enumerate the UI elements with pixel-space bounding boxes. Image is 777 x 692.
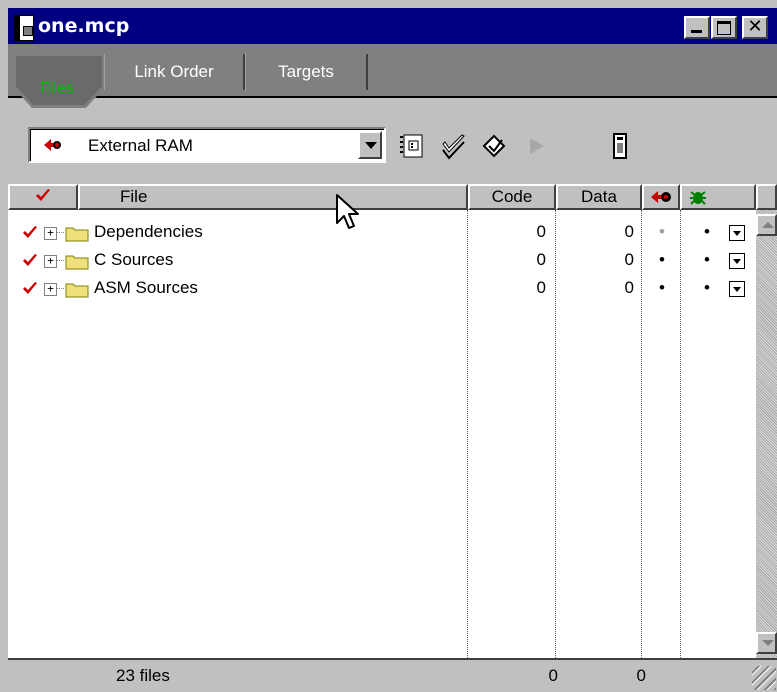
title-bar[interactable]: one.mcp ✕ [8, 8, 777, 44]
maximize-button[interactable] [711, 16, 737, 39]
row-menu-button[interactable] [729, 253, 745, 269]
group-name: C Sources [94, 250, 174, 269]
list-item[interactable]: + ASM Sources 0 0 • • [8, 276, 756, 304]
target-icon [651, 191, 671, 203]
tab-divider [8, 96, 777, 98]
file-count: 23 files [116, 666, 170, 685]
project-file-icon [14, 15, 34, 41]
column-header-file[interactable]: File [78, 184, 468, 210]
target-dot[interactable]: • [659, 222, 665, 242]
tab-link-order[interactable]: Link Order [104, 54, 245, 90]
checkmark-icon [36, 189, 50, 201]
target-value: External RAM [88, 136, 193, 155]
code-total: 0 [548, 666, 558, 685]
chevron-down-icon[interactable] [358, 131, 382, 159]
expand-icon[interactable]: + [44, 283, 57, 296]
code-size: 0 [536, 278, 546, 297]
code-size: 0 [536, 222, 546, 241]
tree-connector [56, 232, 64, 233]
close-button[interactable]: ✕ [742, 16, 768, 39]
folder-icon [65, 255, 89, 270]
debug-dot[interactable]: • [704, 278, 710, 298]
row-menu-button[interactable] [729, 281, 745, 297]
expand-icon[interactable]: + [44, 255, 57, 268]
checkmark-icon[interactable] [22, 282, 38, 296]
column-header-check[interactable] [8, 184, 78, 210]
mouse-cursor-icon [336, 194, 359, 229]
device-icon[interactable] [606, 132, 634, 160]
group-name: ASM Sources [94, 278, 198, 297]
target-dropdown-frame [30, 129, 384, 161]
window-title: one.mcp [38, 15, 130, 37]
tab-files-label[interactable]: Files [40, 80, 74, 98]
column-header-data[interactable]: Data [556, 184, 642, 210]
tab-targets[interactable]: Targets [245, 54, 368, 90]
code-size: 0 [536, 250, 546, 269]
checkmark-icon[interactable] [22, 226, 38, 240]
data-size: 0 [624, 250, 634, 269]
check-syntax-icon[interactable] [440, 132, 468, 160]
column-header-target[interactable] [642, 184, 680, 210]
data-size: 0 [624, 278, 634, 297]
target-icon [44, 139, 61, 151]
folder-icon [65, 227, 89, 242]
project-window: one.mcp ✕ Files Link Order Targets Exter… [0, 0, 777, 692]
scroll-up-button[interactable] [756, 214, 777, 236]
list-item[interactable]: + Dependencies 0 0 • • [8, 220, 756, 248]
tree-connector [56, 260, 64, 261]
data-size: 0 [624, 222, 634, 241]
data-total: 0 [636, 666, 646, 685]
run-icon[interactable] [522, 132, 550, 160]
target-settings-icon[interactable] [398, 132, 426, 160]
expand-icon[interactable]: + [44, 227, 57, 240]
minimize-button[interactable] [684, 16, 710, 39]
debug-dot[interactable]: • [704, 222, 710, 242]
column-header-debug[interactable] [680, 184, 756, 210]
list-item[interactable]: + C Sources 0 0 • • [8, 248, 756, 276]
checkmark-icon[interactable] [22, 254, 38, 268]
target-dot[interactable]: • [659, 250, 665, 270]
target-dot[interactable]: • [659, 278, 665, 298]
row-menu-button[interactable] [729, 225, 745, 241]
compile-icon[interactable] [480, 132, 508, 160]
group-name: Dependencies [94, 222, 203, 241]
status-bar: 23 files 0 0 [8, 658, 777, 692]
debug-dot[interactable]: • [704, 250, 710, 270]
column-header-code[interactable]: Code [468, 184, 556, 210]
scroll-down-button[interactable] [756, 632, 777, 654]
vertical-scrollbar[interactable] [756, 210, 777, 658]
bug-icon [690, 191, 706, 205]
target-dropdown[interactable]: External RAM [28, 127, 386, 163]
column-header-extra[interactable] [756, 184, 777, 210]
tree-connector [56, 288, 64, 289]
folder-icon [65, 283, 89, 298]
resize-grip[interactable] [752, 666, 776, 690]
